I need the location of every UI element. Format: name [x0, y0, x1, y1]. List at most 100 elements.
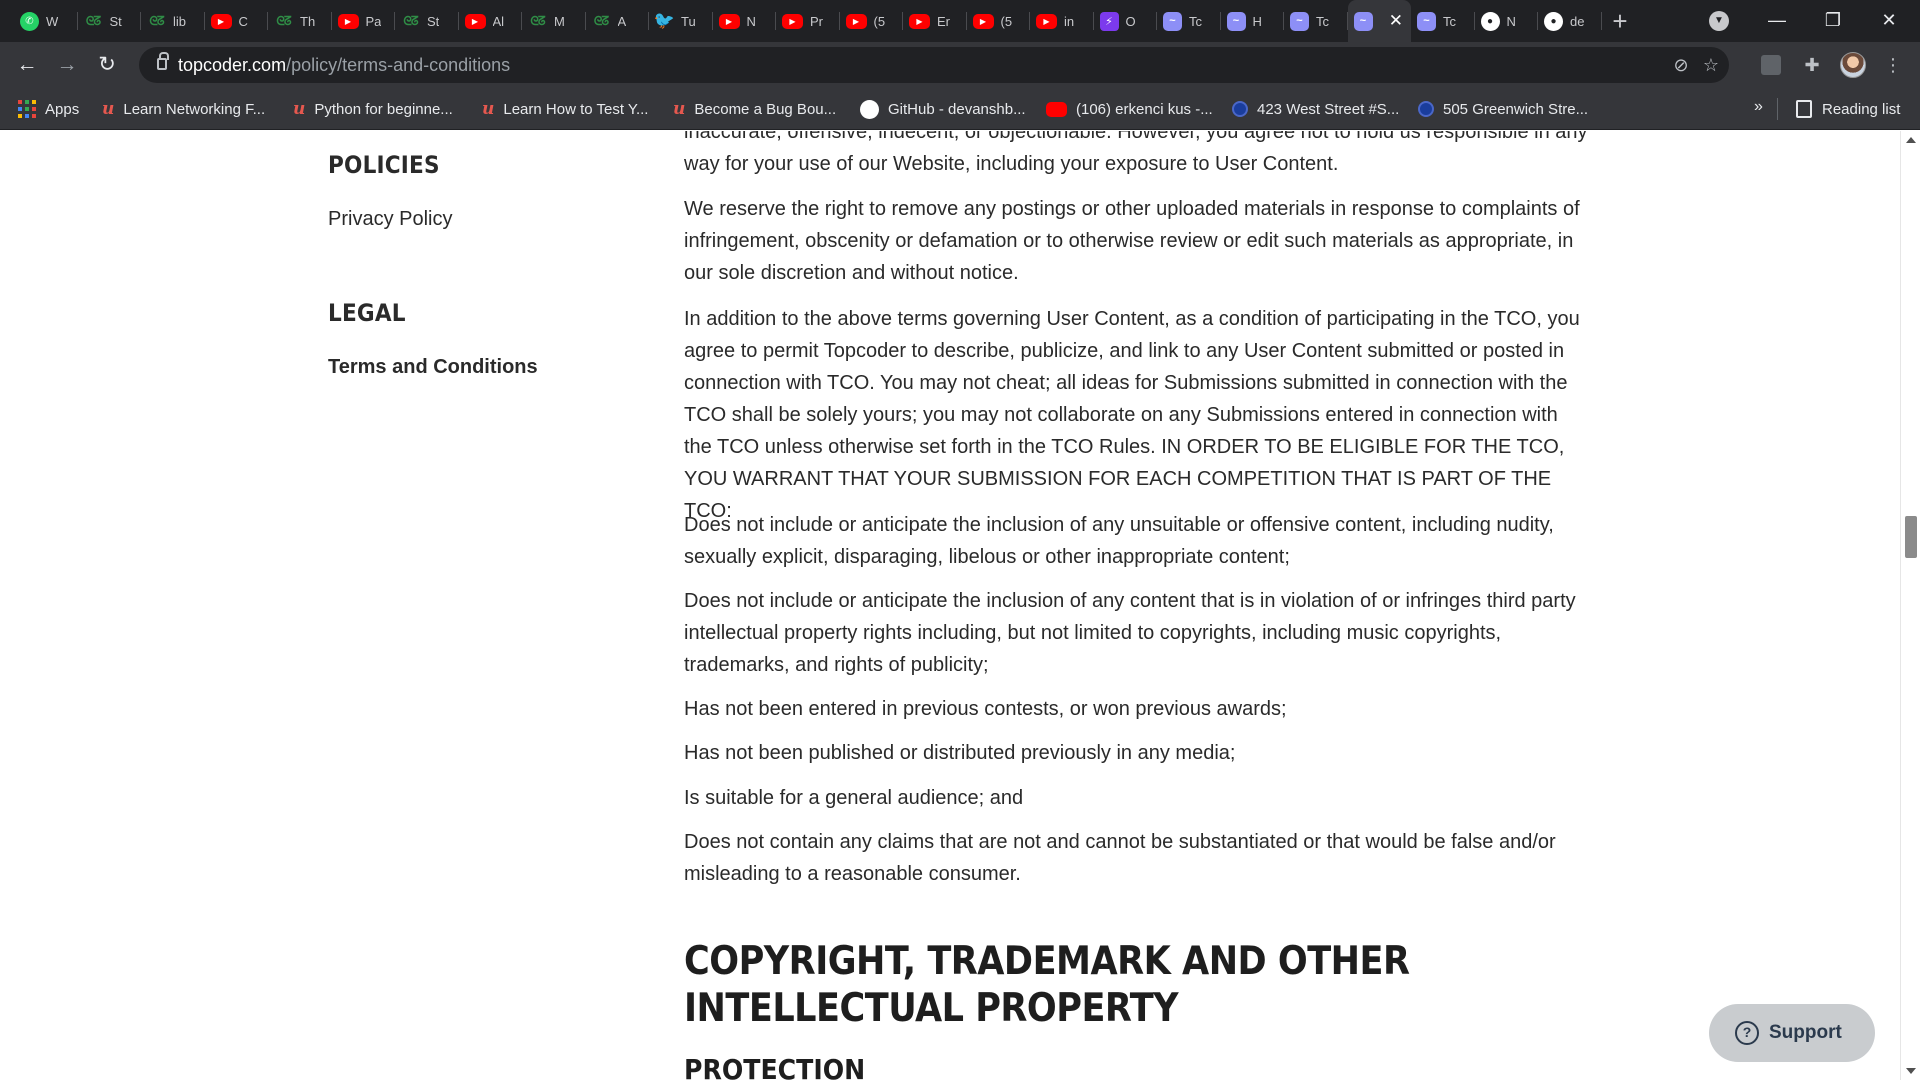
menu-kebab-icon[interactable]: ⋮ [1878, 50, 1908, 80]
browser-tab[interactable]: ~ Tc [1284, 0, 1348, 42]
browser-tab[interactable]: ᘓᘔ Th [268, 0, 332, 42]
browser-tab[interactable]: ~ Tc [1411, 0, 1475, 42]
bookmark-label: Become a Bug Bou... [694, 100, 837, 118]
bookmark-item[interactable]: GitHub - devanshb... [860, 88, 1026, 130]
scroll-up-arrow-icon[interactable] [1906, 137, 1916, 143]
url-text[interactable]: topcoder.com/policy/terms-and-conditions [178, 55, 510, 76]
reading-list-label: Reading list [1822, 100, 1901, 118]
close-tab-icon[interactable]: ✕ [1389, 11, 1403, 31]
bookmark-item[interactable]: u Learn Networking F... [102, 88, 265, 130]
browser-tab[interactable]: ▶ Al [459, 0, 523, 42]
browser-tab[interactable]: ᘓᘔ M [522, 0, 586, 42]
terms-and-conditions-link[interactable]: Terms and Conditions [328, 356, 538, 379]
browser-tab[interactable]: ᘓᘔ St [395, 0, 459, 42]
github-icon: ● [1480, 11, 1500, 31]
tab-list: ✆ W ᘓᘔ St ᘓᘔ lib ▶ C ᘓᘔ Th ▶ Pa ᘓᘔ St ▶ Al ᘓᘔ M ᘓ… [14, 0, 1602, 42]
page-scrollbar[interactable] [1900, 131, 1920, 1080]
bookmark-item[interactable]: u Learn How to Test Y... [482, 88, 648, 130]
bookmark-star-icon[interactable]: ☆ [1699, 53, 1723, 77]
extension-icon[interactable] [1761, 55, 1781, 75]
tab-title: Pr [810, 13, 823, 29]
browser-tab[interactable]: ▶ (5 [840, 0, 904, 42]
bookmarks-overflow-chevron-icon[interactable]: » [1754, 98, 1763, 116]
section-heading: COPYRIGHT, TRADEMARK AND OTHER INTELLECT… [684, 939, 1410, 1031]
extensions-puzzle-icon[interactable]: ✚ [1797, 50, 1827, 80]
paragraph: We reserve the right to remove any posti… [684, 198, 1580, 284]
geeksforgeeks-icon: ᘓᘔ [593, 13, 609, 28]
browser-tab[interactable]: ⚡ O [1094, 0, 1158, 42]
profile-avatar[interactable] [1840, 52, 1866, 78]
bookmark-item[interactable]: (106) erkenci kus -... [1046, 88, 1213, 130]
forward-arrow-icon[interactable]: → [52, 50, 82, 80]
browser-tab[interactable]: 🐦 Tu [649, 0, 713, 42]
map-pin-icon [1232, 101, 1248, 117]
bookmark-item[interactable]: 505 Greenwich Stre... [1418, 88, 1588, 130]
topcoder-icon: ~ [1353, 11, 1373, 31]
browser-tab[interactable]: ▶ in [1030, 0, 1094, 42]
browser-tab[interactable]: ▶ N [713, 0, 777, 42]
active-browser-tab[interactable]: ~ ✕ [1347, 0, 1411, 42]
browser-tab[interactable]: ▶ (5 [967, 0, 1031, 42]
browser-tab[interactable]: ▶ C [205, 0, 269, 42]
paragraph: Does not include or anticipate the inclu… [684, 590, 1576, 676]
tab-title: Th [300, 13, 316, 29]
reload-icon[interactable]: ↻ [92, 50, 122, 80]
reading-list-button[interactable]: Reading list [1796, 88, 1900, 130]
paragraph: inaccurate, offensive, indecent, or obje… [684, 131, 1588, 175]
tab-title: Al [492, 13, 505, 29]
youtube-icon: ▶ [210, 13, 232, 29]
bookmark-label: GitHub - devanshb... [888, 100, 1026, 118]
eye-off-icon[interactable]: ⊘ [1669, 53, 1693, 77]
paragraph: Does not contain any claims that are not… [684, 831, 1556, 885]
browser-tab[interactable]: ✆ W [14, 0, 78, 42]
bookmarks-divider [1777, 98, 1778, 120]
tab-title: Pa [365, 13, 382, 29]
tab-title: M [554, 13, 565, 29]
bookmark-label: (106) erkenci kus -... [1076, 100, 1213, 118]
browser-tab[interactable]: ᘓᘔ St [78, 0, 142, 42]
bookmark-item[interactable]: u Python for beginne... [293, 88, 453, 130]
browser-tab[interactable]: ● de [1538, 0, 1602, 42]
back-arrow-icon[interactable]: ← [12, 50, 42, 80]
tab-title: W [46, 13, 59, 29]
bookmark-item[interactable]: u Become a Bug Bou... [673, 88, 836, 130]
youtube-icon: ▶ [1036, 13, 1057, 29]
browser-tab[interactable]: ▶ Pr [776, 0, 840, 42]
bookmark-label: Apps [45, 100, 80, 118]
tab-title: Er [937, 13, 950, 29]
tab-search-icon[interactable]: ▼ [1709, 11, 1729, 31]
scrollbar-thumb[interactable] [1905, 516, 1917, 558]
browser-tab[interactable]: ᘓᘔ A [586, 0, 650, 42]
browser-tab[interactable]: ~ H [1221, 0, 1285, 42]
bookmark-apps[interactable]: Apps [18, 88, 79, 130]
page-viewport: POLICIES Privacy Policy LEGAL Terms and … [0, 131, 1900, 1080]
tab-strip: ✆ W ᘓᘔ St ᘓᘔ lib ▶ C ᘓᘔ Th ▶ Pa ᘓᘔ St ▶ Al ᘓᘔ M ᘓ… [0, 0, 1920, 42]
tab-title: (5 [873, 13, 886, 29]
privacy-policy-link[interactable]: Privacy Policy [328, 208, 452, 231]
youtube-icon: ▶ [782, 13, 803, 29]
youtube-icon [1046, 101, 1067, 117]
tab-title: (5 [1000, 13, 1013, 29]
browser-tab[interactable]: ▶ Er [903, 0, 967, 42]
url-host: topcoder.com [178, 55, 287, 75]
scroll-down-arrow-icon[interactable] [1906, 1068, 1916, 1074]
bookmark-item[interactable]: 423 West Street #S... [1232, 88, 1399, 130]
udemy-icon: u [102, 99, 115, 119]
youtube-icon: ▶ [972, 13, 994, 29]
bookmark-label: Learn Networking F... [123, 100, 266, 118]
lock-icon[interactable] [157, 52, 169, 70]
browser-tab[interactable]: ● N [1475, 0, 1539, 42]
close-window-icon[interactable]: ✕ [1864, 2, 1914, 38]
youtube-icon: ▶ [718, 13, 740, 29]
support-button[interactable]: ? Support [1709, 1004, 1875, 1062]
udemy-icon: u [673, 99, 686, 119]
minimize-icon[interactable]: — [1752, 2, 1802, 38]
browser-tab[interactable]: ▶ Pa [332, 0, 396, 42]
new-tab-button[interactable]: + [1605, 6, 1635, 36]
restore-icon[interactable]: ❐ [1808, 2, 1858, 38]
twitter-icon: 🐦 [653, 11, 676, 30]
bookmark-label: Learn How to Test Y... [503, 100, 649, 118]
address-bar[interactable]: topcoder.com/policy/terms-and-conditions… [139, 47, 1729, 83]
browser-tab[interactable]: ~ Tc [1157, 0, 1221, 42]
browser-tab[interactable]: ᘓᘔ lib [141, 0, 205, 42]
